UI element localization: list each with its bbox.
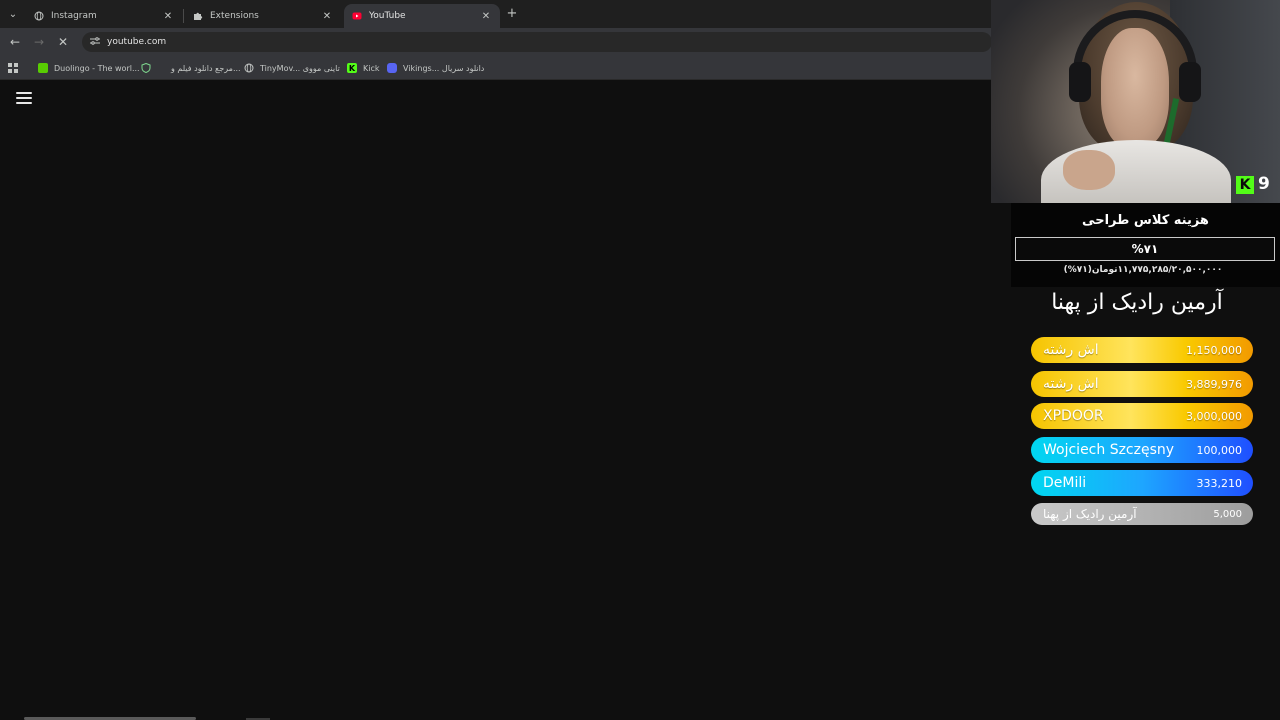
discord-icon [387,63,397,73]
kick-logo-icon: K [1236,176,1254,194]
bookmark-kick[interactable]: K Kick [347,61,380,75]
tab-extensions[interactable]: Extensions ✕ [185,4,341,28]
tab-title: YouTube [369,11,406,21]
donor-name: XPDOOR [1043,408,1104,424]
bookmark-tinymovie[interactable]: TinyMov... تاینی مووی [244,61,340,75]
address-bar[interactable]: youtube.com [82,32,992,52]
donor-row: اش رشته 1,150,000 [1031,337,1253,363]
site-settings-icon[interactable] [90,37,100,47]
youtube-icon [352,11,362,21]
donor-amount: 5,000 [1213,508,1242,520]
donor-amount: 3,000,000 [1186,409,1242,423]
tab-youtube[interactable]: YouTube ✕ [344,4,500,28]
donor-name: Wojciech Szczęsny [1043,442,1175,458]
donor-amount: 3,889,976 [1186,377,1242,391]
screen: ⌄ Instagram ✕ Extensions ✕ YouTube ✕ + ←… [0,0,1280,720]
donor-name: آرمین رادیک از پهنا [1043,507,1137,521]
donation-goal-panel: هزینه کلاس طراحی %۷۱ ۱۱,۷۷۵,۲۸۵/۲۰,۵۰۰,۰… [1011,203,1280,287]
bookmark-duolingo[interactable]: Duolingo - The worl... [38,61,140,75]
close-tab-icon[interactable]: ✕ [321,11,333,22]
goal-amount: ۱۱,۷۷۵,۲۸۵/۲۰,۵۰۰,۰۰۰تومان(۷۱%) [1063,265,1223,275]
stop-loading-icon[interactable]: ✕ [55,34,71,50]
bookmark-vikings[interactable]: Vikings... دانلود سریال [387,61,484,75]
donor-amount: 1,150,000 [1186,343,1242,357]
donor-amount: 333,210 [1196,476,1243,490]
viewer-count: 9 [1258,174,1270,194]
forward-arrow-icon[interactable]: → [31,34,47,50]
bookmark-film-reference[interactable]: مرجع دانلود فیلم و... [141,61,241,75]
apps-grid-icon[interactable] [8,61,18,75]
tab-title: Instagram [51,11,97,21]
webcam-feed [991,0,1280,203]
tab-separator [183,9,184,23]
goal-percent: %۷۱ [1131,242,1159,256]
donor-amount: 100,000 [1196,443,1243,457]
close-tab-icon[interactable]: ✕ [480,11,492,22]
url-text: youtube.com [107,37,167,47]
tab-instagram[interactable]: Instagram ✕ [26,4,182,28]
bookmark-label: مرجع دانلود فیلم و... [171,63,241,73]
goal-progress-bar: %۷۱ [1015,237,1275,261]
headset-earcup [1179,62,1201,102]
bookmark-label: Kick [363,63,380,73]
goal-title: هزینه کلاس طراحی [1082,213,1209,228]
webcam-hand [1063,150,1115,190]
donor-name: اش رشته [1043,376,1099,392]
close-tab-icon[interactable]: ✕ [162,11,174,22]
donor-row: آرمین رادیک از پهنا 5,000 [1031,503,1253,525]
headset-earcup [1069,62,1091,102]
puzzle-icon [193,11,203,21]
donor-name: اش رشته [1043,342,1099,358]
globe-icon [244,63,254,73]
bookmark-label: TinyMov... تاینی مووی [260,63,340,73]
bookmark-label: Vikings... دانلود سریال [403,63,485,73]
donor-row: اش رشته 3,889,976 [1031,371,1253,397]
kick-icon: K [347,63,357,73]
new-tab-button[interactable]: + [504,6,520,22]
bookmark-label: Duolingo - The worl... [54,63,140,73]
tab-search-chevron-icon[interactable]: ⌄ [4,5,22,23]
donor-row: Wojciech Szczęsny 100,000 [1031,437,1253,463]
globe-icon [34,11,44,21]
donor-row: DeMili 333,210 [1031,470,1253,496]
donor-name: DeMili [1043,475,1087,491]
top-donor-title: آرمین رادیک از پهنا [1051,290,1223,315]
donor-row: XPDOOR 3,000,000 [1031,403,1253,429]
back-arrow-icon[interactable]: ← [7,34,23,50]
hamburger-menu-icon[interactable] [16,92,32,106]
shield-icon [141,63,151,73]
duolingo-icon [38,63,48,73]
tab-title: Extensions [210,11,259,21]
